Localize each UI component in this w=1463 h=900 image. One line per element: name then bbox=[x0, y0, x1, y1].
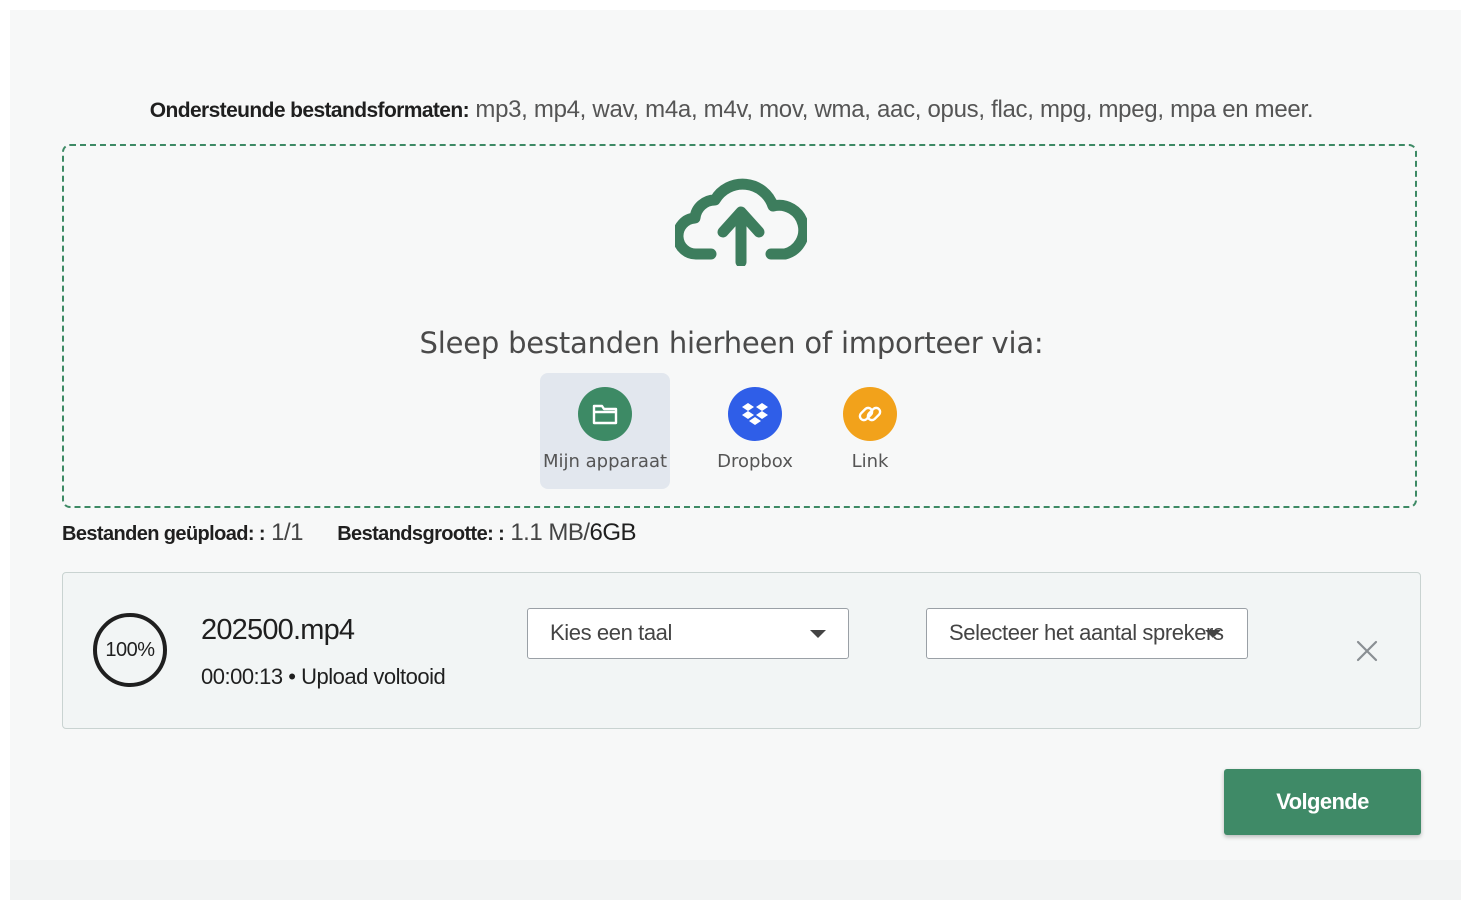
file-size-used: 1.1 MB bbox=[510, 519, 584, 546]
supported-formats: Ondersteunde bestandsformaten: mp3, mp4,… bbox=[0, 96, 1463, 124]
chevron-down-icon bbox=[810, 630, 826, 638]
source-my-device-label: Mijn apparaat bbox=[542, 451, 668, 472]
language-select-value: Kies een taal bbox=[550, 620, 672, 645]
source-dropbox-label: Dropbox bbox=[717, 451, 793, 472]
source-link-label: Link bbox=[851, 451, 889, 472]
file-meta: 00:00:13 • Upload voltooid bbox=[201, 664, 446, 690]
cloud-upload-icon bbox=[675, 178, 807, 266]
chevron-down-icon bbox=[1205, 630, 1221, 638]
progress-percent: 100% bbox=[105, 639, 155, 661]
upload-stats: Bestanden geüpload: : 1/1 Bestandsgroott… bbox=[62, 519, 637, 546]
dropzone-instructions: Sleep bestanden hierheen of importeer vi… bbox=[419, 326, 1044, 360]
dropbox-icon bbox=[728, 387, 782, 441]
link-icon bbox=[843, 387, 897, 441]
meta-separator: • bbox=[288, 664, 296, 689]
supported-formats-label: Ondersteunde bestandsformaten: bbox=[149, 99, 470, 122]
language-select[interactable]: Kies een taal bbox=[527, 608, 849, 659]
file-size-limit: 6GB bbox=[589, 519, 637, 546]
file-size-label: Bestandsgrootte: : bbox=[337, 523, 505, 545]
file-name: 202500.mp4 bbox=[201, 614, 355, 646]
speakers-select[interactable]: Selecteer het aantal sprekers bbox=[926, 608, 1248, 659]
source-link-button[interactable]: Link bbox=[805, 373, 935, 489]
file-duration: 00:00:13 bbox=[201, 664, 283, 689]
files-uploaded-label: Bestanden geüpload: : bbox=[62, 523, 266, 545]
supported-formats-list: mp3, mp4, wav, m4a, m4v, mov, wma, aac, … bbox=[475, 96, 1314, 123]
source-my-device-button[interactable]: Mijn apparaat bbox=[540, 373, 670, 489]
remove-file-close-icon[interactable] bbox=[1354, 638, 1380, 664]
files-uploaded-value: 1/1 bbox=[271, 519, 303, 546]
upload-status: Upload voltooid bbox=[301, 664, 446, 689]
source-dropbox-button[interactable]: Dropbox bbox=[690, 373, 820, 489]
page-footer-strip bbox=[10, 860, 1461, 900]
speakers-select-value: Selecteer het aantal sprekers bbox=[949, 620, 1224, 645]
next-button[interactable]: Volgende bbox=[1224, 769, 1421, 835]
folder-icon bbox=[578, 387, 632, 441]
